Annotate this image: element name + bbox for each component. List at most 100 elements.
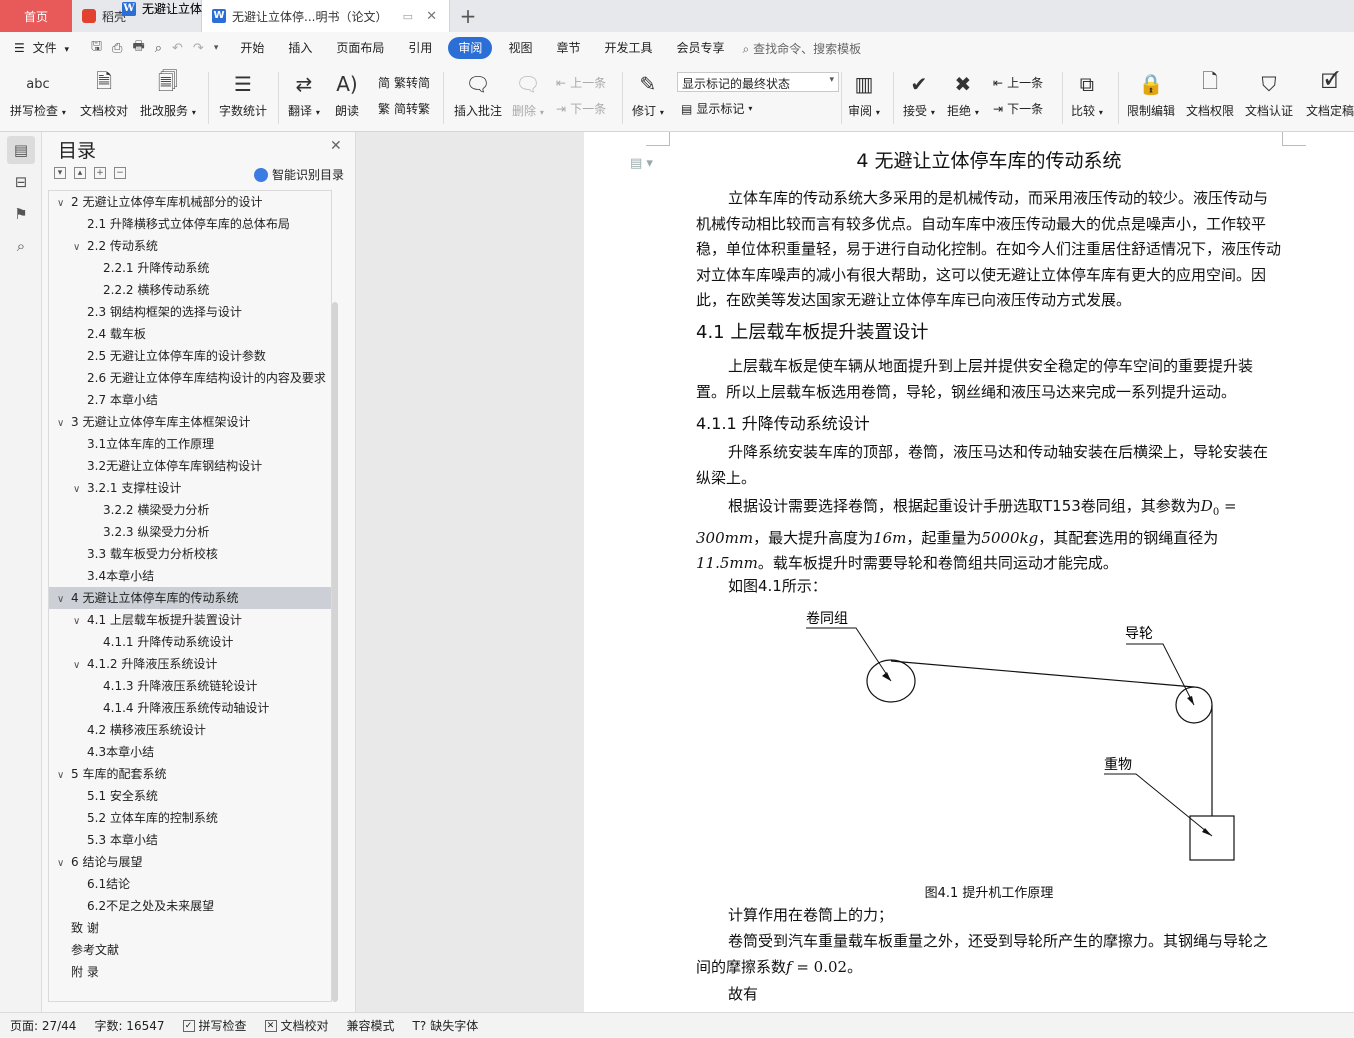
customize-chevron-icon[interactable]: ▾ [214, 43, 219, 53]
menu-developer[interactable]: 开发工具 [592, 37, 664, 59]
proof-status[interactable]: ✕ 文档校对 [264, 1017, 329, 1034]
new-tab-plus-icon[interactable]: + [450, 0, 486, 32]
doc-permission-button[interactable]: 🗋 文档权限 [1186, 64, 1234, 119]
undo-icon[interactable]: ↶ [172, 41, 183, 56]
menu-member[interactable]: 会员专享 [664, 37, 736, 59]
insert-comment-button[interactable]: 🗨 插入批注 [454, 64, 502, 119]
toc-item[interactable]: 5.3 本章小结 [49, 829, 331, 851]
chevron-down-icon[interactable]: ∨ [57, 765, 71, 785]
toc-item[interactable]: 4.2 横移液压系统设计 [49, 719, 331, 741]
menu-view[interactable]: 视图 [496, 37, 544, 59]
toc-item[interactable]: ∨ 4.1.2 升降液压系统设计 [49, 653, 331, 675]
reject-button[interactable]: ✖ 拒绝 ▾ [947, 64, 979, 119]
chevron-down-icon[interactable]: ∨ [57, 193, 71, 213]
toc-item[interactable]: ∨ 3.2.1 支撑柱设计 [49, 477, 331, 499]
chevron-down-icon[interactable]: ∨ [73, 237, 87, 257]
doc-check-button[interactable]: 🗎 文档校对 [80, 64, 128, 119]
toc-item[interactable]: 3.2.2 横梁受力分析 [49, 499, 331, 521]
toc-item[interactable]: 2.5 无避让立体停车库的设计参数 [49, 345, 331, 367]
menu-start[interactable]: 开始 [228, 37, 276, 59]
toc-item[interactable]: 4.1.1 升降传动系统设计 [49, 631, 331, 653]
markup-state-select[interactable]: 显示标记的最终状态 ▾ [677, 72, 839, 92]
compare-button[interactable]: ⧉ 比较 ▾ [1071, 64, 1103, 119]
toc-item[interactable]: ∨ 2 无避让立体停车库机械部分的设计 [49, 191, 331, 213]
tab-doc-thesis[interactable]: W 无避让立体停...明书（论文） ▭ ✕ [202, 0, 450, 32]
chevron-down-icon[interactable]: ∨ [73, 611, 87, 631]
toc-item[interactable]: 4.3本章小结 [49, 741, 331, 763]
menu-insert[interactable]: 插入 [276, 37, 324, 59]
toc-item[interactable]: 2.2.2 横移传动系统 [49, 279, 331, 301]
remove-item-icon[interactable]: − [114, 167, 126, 179]
translate-button[interactable]: ⇄ 翻译 ▾ [288, 64, 320, 119]
chevron-down-icon[interactable]: ∨ [57, 589, 71, 609]
toc-item[interactable]: 致 谢 [49, 917, 331, 939]
toc-item[interactable]: ∨ 2.2 传动系统 [49, 235, 331, 257]
add-item-icon[interactable]: + [94, 167, 106, 179]
toc-item[interactable]: ∨ 5 车库的配套系统 [49, 763, 331, 785]
paragraph-menu-icon[interactable]: ▤ ▾ [630, 156, 653, 171]
next-comment-button[interactable]: ⇥ 下一条 [556, 100, 606, 117]
chevron-down-icon[interactable]: ∨ [57, 413, 71, 433]
toc-item[interactable]: ∨ 4 无避让立体停车库的传动系统 [49, 587, 331, 609]
missing-font-button[interactable]: T? 缺失字体 [413, 1017, 479, 1034]
output-pdf-icon[interactable]: ⎙ [112, 41, 122, 56]
doc-finalize-button[interactable]: 🗹 文档定稿 [1306, 64, 1354, 119]
smart-toc-button[interactable]: 智能识别目录 [254, 166, 344, 183]
toc-item[interactable]: 2.4 载车板 [49, 323, 331, 345]
close-icon[interactable]: ✕ [426, 9, 437, 24]
show-markup-button[interactable]: ▤ 显示标记 ▾ [681, 100, 752, 117]
batch-service-button[interactable]: 🗐 批改服务 ▾ [140, 64, 196, 119]
toc-item[interactable]: 5.2 立体车库的控制系统 [49, 807, 331, 829]
prev-change-button[interactable]: ⇤ 上一条 [993, 74, 1043, 91]
pin-icon[interactable]: ▭ [403, 10, 413, 23]
accept-button[interactable]: ✔ 接受 ▾ [903, 64, 935, 119]
prev-comment-button[interactable]: ⇤ 上一条 [556, 74, 606, 91]
toc-item[interactable]: 附 录 [49, 961, 331, 983]
word-count-button[interactable]: ☰ 字数统计 [219, 64, 267, 119]
page-indicator[interactable]: 页面: 27/44 [10, 1017, 76, 1034]
toc-item[interactable]: 3.3 载车板受力分析校核 [49, 543, 331, 565]
toc-item[interactable]: 4.1.3 升降液压系统链轮设计 [49, 675, 331, 697]
restrict-edit-button[interactable]: 🔒 限制编辑 [1127, 64, 1175, 119]
track-changes-button[interactable]: ✎ 修订 ▾ [632, 64, 664, 119]
toc-item[interactable]: 参考文献 [49, 939, 331, 961]
toc-item[interactable]: 3.4本章小结 [49, 565, 331, 587]
menu-layout[interactable]: 页面布局 [324, 37, 396, 59]
delete-comment-button[interactable]: 🗨 删除 ▾ [512, 64, 544, 119]
word-count-indicator[interactable]: 字数: 16547 [94, 1017, 164, 1034]
toc-item[interactable]: ∨ 6 结论与展望 [49, 851, 331, 873]
doc-cert-button[interactable]: ⛉ 文档认证 [1245, 64, 1293, 119]
close-icon[interactable]: ✕ [330, 138, 342, 154]
redo-icon[interactable]: ↷ [193, 41, 204, 56]
chapter-nav-icon[interactable]: ⊟ [7, 168, 35, 196]
menu-section[interactable]: 章节 [544, 37, 592, 59]
command-search[interactable]: ⌕ 查找命令、搜索模板 [743, 40, 862, 57]
read-aloud-button[interactable]: A) 朗读 [333, 64, 361, 119]
expand-all-icon[interactable]: ▴ [74, 167, 86, 179]
collapse-all-icon[interactable]: ▾ [54, 167, 66, 179]
toc-item[interactable]: 3.2.3 纵梁受力分析 [49, 521, 331, 543]
toc-scrollbar[interactable] [332, 302, 338, 1002]
toc-item[interactable]: 2.1 升降横移式立体停车库的总体布局 [49, 213, 331, 235]
toc-item[interactable]: 2.2.1 升降传动系统 [49, 257, 331, 279]
next-change-button[interactable]: ⇥ 下一条 [993, 100, 1043, 117]
toc-item[interactable]: 5.1 安全系统 [49, 785, 331, 807]
toc-item[interactable]: ∨ 3 无避让立体停车库主体框架设计 [49, 411, 331, 433]
print-icon[interactable]: 🖶 [132, 37, 144, 59]
toc-panel-icon[interactable]: ▤ [7, 136, 35, 164]
save-icon[interactable]: 🖫 [91, 37, 102, 59]
menu-review[interactable]: 审阅 [448, 37, 493, 59]
toc-item[interactable]: 4.1.4 升降液压系统传动轴设计 [49, 697, 331, 719]
simp-to-trad-button[interactable]: 繁简转繁 [378, 100, 430, 117]
chevron-down-icon[interactable]: ∨ [57, 853, 71, 873]
print-preview-icon[interactable]: ⌕ [155, 41, 162, 56]
toc-item[interactable]: 6.1结论 [49, 873, 331, 895]
menu-references[interactable]: 引用 [396, 37, 444, 59]
chevron-down-icon[interactable]: ∨ [73, 479, 87, 499]
toc-item[interactable]: 2.7 本章小结 [49, 389, 331, 411]
toc-item[interactable]: 3.2无避让立体停车库钢结构设计 [49, 455, 331, 477]
toc-item[interactable]: 2.3 钢结构框架的选择与设计 [49, 301, 331, 323]
search-icon[interactable]: ⌕ [7, 232, 35, 260]
toc-item[interactable]: 6.2不足之处及未来展望 [49, 895, 331, 917]
document-page[interactable]: ▤ ▾ 4 无避让立体停车库的传动系统 立体车库的传动系统大多采用的是机械传动，… [584, 132, 1354, 1012]
